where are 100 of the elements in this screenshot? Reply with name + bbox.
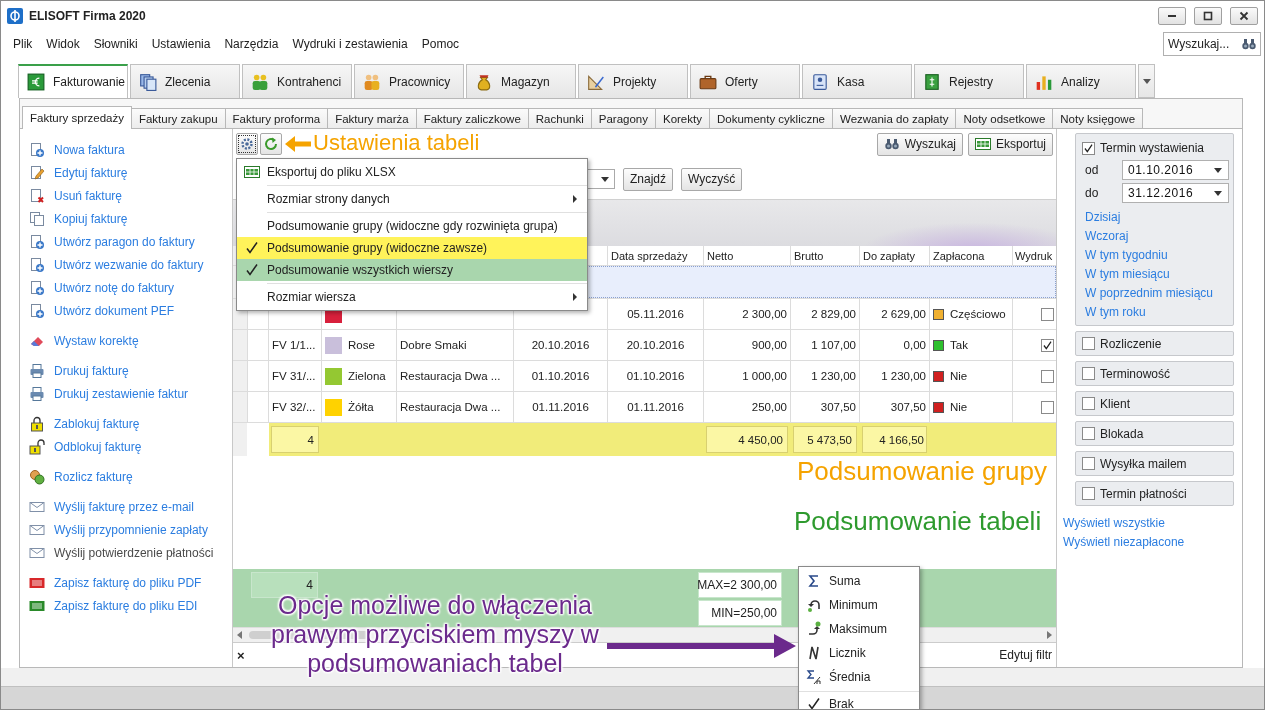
edit-filter-link[interactable]: Edytuj filtr bbox=[999, 648, 1052, 662]
menu-item[interactable]: Rozmiar wiersza bbox=[237, 286, 587, 308]
app-logo-icon bbox=[7, 7, 23, 24]
tab[interactable]: Projekty bbox=[578, 64, 688, 98]
date-range-link[interactable]: Wczoraj bbox=[1085, 229, 1227, 243]
settings-button[interactable] bbox=[236, 133, 258, 155]
tab[interactable]: Kasa bbox=[802, 64, 912, 98]
show-link[interactable]: Wyświetl wszystkie bbox=[1063, 516, 1238, 530]
toolbar-button[interactable]: Eksportuj bbox=[967, 132, 1053, 156]
checkbox[interactable] bbox=[1041, 369, 1054, 383]
date-field[interactable]: 31.12.2016 bbox=[1122, 182, 1229, 203]
date-range-link[interactable]: W tym miesiącu bbox=[1085, 267, 1227, 281]
checkbox[interactable] bbox=[1041, 400, 1054, 414]
checkbox[interactable] bbox=[1082, 337, 1095, 350]
checkbox[interactable] bbox=[1082, 457, 1095, 470]
menu-item[interactable]: Średnia bbox=[799, 665, 919, 689]
search-field[interactable]: Wyszukaj... bbox=[1163, 32, 1261, 56]
date-field[interactable]: 01.10.2016 bbox=[1122, 159, 1229, 180]
action-link[interactable]: Zapisz fakturę do pliku PDF bbox=[54, 575, 202, 590]
checkbox[interactable] bbox=[1082, 427, 1095, 440]
column-header[interactable]: Netto bbox=[704, 246, 790, 265]
action-link[interactable]: Kopiuj fakturę bbox=[54, 211, 128, 226]
tab[interactable]: Kontrahenci bbox=[242, 64, 352, 98]
tab[interactable]: Faktury sprzedaży bbox=[22, 106, 132, 129]
action-link[interactable]: Drukuj fakturę bbox=[54, 363, 129, 378]
column-header[interactable]: Brutto bbox=[791, 246, 859, 265]
tab[interactable]: Pracownicy bbox=[354, 64, 464, 98]
menu-item[interactable]: Eksportuj do pliku XLSX bbox=[237, 161, 587, 183]
checkbox[interactable] bbox=[1082, 397, 1095, 410]
tab[interactable]: Faktury zakupu bbox=[130, 108, 226, 128]
menu-item[interactable]: Ustawienia bbox=[151, 37, 211, 51]
menu-item[interactable]: Brak bbox=[799, 694, 919, 709]
menu-item[interactable]: Podsumowanie grupy (widoczne zawsze) bbox=[237, 237, 587, 259]
close-button[interactable] bbox=[1230, 6, 1258, 25]
tabs-overflow-button[interactable] bbox=[1138, 64, 1155, 98]
tab[interactable]: Noty księgowe bbox=[1052, 108, 1144, 128]
action-link[interactable]: Utwórz wezwanie do faktury bbox=[54, 257, 204, 272]
action-link[interactable]: Wystaw korektę bbox=[54, 333, 139, 348]
menu-item[interactable]: Rozmiar strony danych bbox=[237, 188, 587, 210]
tab[interactable]: Magazyn bbox=[466, 64, 576, 98]
clear-filter-button[interactable]: × bbox=[237, 647, 245, 663]
checkbox[interactable] bbox=[1082, 141, 1095, 155]
action-link[interactable]: Utwórz dokument PEF bbox=[54, 303, 175, 318]
tab[interactable]: Rachunki bbox=[527, 108, 592, 128]
column-header[interactable]: Data sprzedaży bbox=[608, 246, 703, 265]
tab[interactable]: Analizy bbox=[1026, 64, 1136, 98]
column-header[interactable]: Wydruk bbox=[1013, 246, 1056, 265]
checkbox[interactable] bbox=[1082, 367, 1095, 380]
menu-item[interactable]: Suma bbox=[799, 569, 919, 593]
menu-item[interactable]: Podsumowanie grupy (widoczne gdy rozwinięta grupa) bbox=[237, 215, 587, 237]
column-header[interactable]: Zapłacona bbox=[930, 246, 1012, 265]
tab[interactable]: Korekty bbox=[654, 108, 710, 128]
action-link[interactable]: Edytuj fakturę bbox=[54, 165, 128, 180]
minimize-button[interactable] bbox=[1158, 6, 1186, 25]
menu-item[interactable]: Maksimum bbox=[799, 617, 919, 641]
tab[interactable]: Fakturowanie bbox=[18, 64, 128, 98]
toolbar-button[interactable]: Wyszukaj bbox=[876, 132, 963, 156]
filter-button[interactable]: Znajdź bbox=[623, 167, 674, 191]
action-link[interactable]: Zapisz fakturę do pliku EDI bbox=[54, 598, 198, 613]
date-range-link[interactable]: W tym roku bbox=[1085, 305, 1227, 319]
show-link[interactable]: Wyświetl niezapłacone bbox=[1063, 535, 1238, 549]
menu-item[interactable]: Narzędzia bbox=[224, 37, 279, 51]
action-link[interactable]: Wyślij przypomnienie zapłaty bbox=[54, 522, 208, 537]
tab[interactable]: Oferty bbox=[690, 64, 800, 98]
action-link[interactable]: Rozlicz fakturę bbox=[54, 469, 133, 484]
tab[interactable]: Faktury marża bbox=[327, 108, 417, 128]
menu-item[interactable]: Licznik bbox=[799, 641, 919, 665]
menu-item[interactable]: Widok bbox=[46, 37, 80, 51]
checkbox[interactable] bbox=[1041, 338, 1054, 352]
maximize-button[interactable] bbox=[1194, 6, 1222, 25]
filter-button[interactable]: Wyczyść bbox=[681, 167, 743, 191]
date-range-link[interactable]: Dzisiaj bbox=[1085, 210, 1227, 224]
action-link[interactable]: Zablokuj fakturę bbox=[54, 416, 140, 431]
tab[interactable]: Paragony bbox=[590, 108, 656, 128]
tab[interactable]: Zlecenia bbox=[130, 64, 240, 98]
menu-item[interactable]: Słowniki bbox=[93, 37, 138, 51]
tab[interactable]: Noty odsetkowe bbox=[955, 108, 1054, 128]
action-link[interactable]: Usuń fakturę bbox=[54, 188, 123, 203]
action-link[interactable]: Nowa faktura bbox=[54, 142, 125, 157]
tab[interactable]: Faktury proforma bbox=[224, 108, 329, 128]
action-link[interactable]: Drukuj zestawienie faktur bbox=[54, 386, 189, 401]
tab[interactable]: Rejestry bbox=[914, 64, 1024, 98]
menu-item[interactable]: Pomoc bbox=[421, 37, 460, 51]
menu-item[interactable]: Plik bbox=[13, 37, 33, 51]
tab[interactable]: Faktury zaliczkowe bbox=[415, 108, 529, 128]
checkbox[interactable] bbox=[1041, 307, 1054, 321]
action-link[interactable]: Utwórz notę do faktury bbox=[54, 280, 175, 295]
summary-cell: 5 473,50 bbox=[793, 426, 857, 453]
menu-item[interactable]: Wydruki i zestawienia bbox=[292, 37, 408, 51]
action-link[interactable]: Wyślij fakturę przez e-mail bbox=[54, 499, 194, 514]
column-header[interactable]: Do zapłaty bbox=[860, 246, 929, 265]
checkbox[interactable] bbox=[1082, 487, 1095, 500]
date-range-link[interactable]: W tym tygodniu bbox=[1085, 248, 1227, 262]
date-range-link[interactable]: W poprzednim miesiącu bbox=[1085, 286, 1227, 300]
menu-item[interactable]: Minimum bbox=[799, 593, 919, 617]
action-link[interactable]: Odblokuj fakturę bbox=[54, 439, 142, 454]
tab[interactable]: Wezwania do zapłaty bbox=[832, 108, 957, 128]
menu-item[interactable]: Podsumowanie wszystkich wierszy bbox=[237, 259, 587, 281]
tab[interactable]: Dokumenty cykliczne bbox=[708, 108, 833, 128]
action-link[interactable]: Utwórz paragon do faktury bbox=[54, 234, 195, 249]
